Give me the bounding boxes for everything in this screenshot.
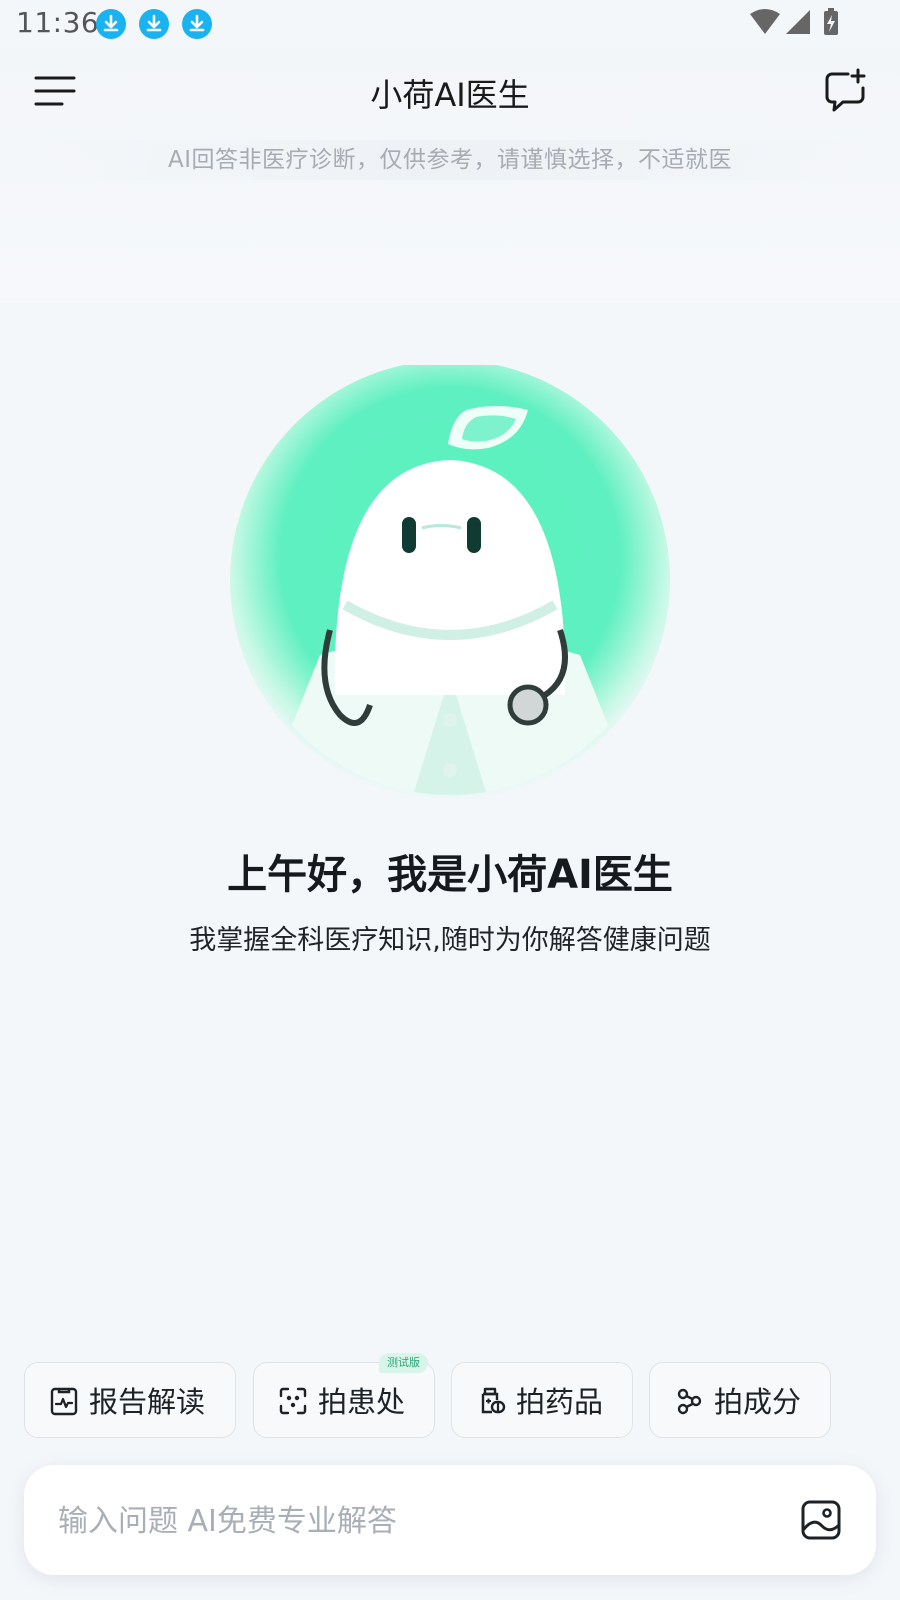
- download-icon: [182, 9, 212, 39]
- chip-label: 拍成分: [714, 1385, 802, 1419]
- photo-medicine-button[interactable]: 拍药品: [451, 1362, 633, 1438]
- screen: 11:36 小荷AI医生 AI回答非医疗诊断，仅供参考，请谨慎选择，不适就医 上…: [0, 0, 900, 1600]
- cell-signal-icon: [786, 10, 810, 34]
- app-header: 小荷AI医生: [0, 60, 900, 124]
- image-icon: [801, 1500, 841, 1540]
- greeting-heading: 上午好，我是小荷AI医生: [227, 852, 673, 898]
- question-input[interactable]: [56, 1495, 760, 1547]
- chip-label: 报告解读: [89, 1385, 206, 1419]
- photo-ingredients-button[interactable]: 拍成分: [649, 1362, 831, 1438]
- new-chat-button[interactable]: [822, 68, 868, 114]
- status-bar: 11:36: [0, 0, 900, 48]
- page-title: 小荷AI医生: [370, 76, 530, 114]
- status-time: 11:36: [16, 6, 100, 39]
- download-icon: [139, 9, 169, 39]
- chip-label: 拍患处: [318, 1385, 406, 1419]
- report-reading-button[interactable]: 报告解读: [24, 1362, 236, 1438]
- status-right-icons: [750, 8, 850, 40]
- upload-image-button[interactable]: [800, 1499, 842, 1541]
- disclaimer-text: AI回答非医疗诊断，仅供参考，请谨慎选择，不适就医: [24, 140, 876, 180]
- medicine-icon: [481, 1387, 506, 1414]
- wifi-icon: [750, 9, 780, 34]
- intro-text: 我掌握全科医疗知识,随时为你解答健康问题: [189, 925, 711, 956]
- battery-charging-icon: [824, 8, 838, 35]
- download-icon: [96, 9, 126, 39]
- ingredient-icon: [677, 1388, 702, 1415]
- new-chat-icon: [825, 68, 866, 112]
- scan-icon: [279, 1387, 307, 1415]
- chat-input-bar: [24, 1465, 876, 1575]
- beta-badge: 测试版: [379, 1353, 428, 1373]
- report-icon: [50, 1387, 78, 1416]
- doctor-mascot-avatar: [230, 360, 670, 805]
- chip-label: 拍药品: [516, 1385, 604, 1419]
- photo-affected-area-button[interactable]: 拍患处 测试版: [253, 1353, 435, 1438]
